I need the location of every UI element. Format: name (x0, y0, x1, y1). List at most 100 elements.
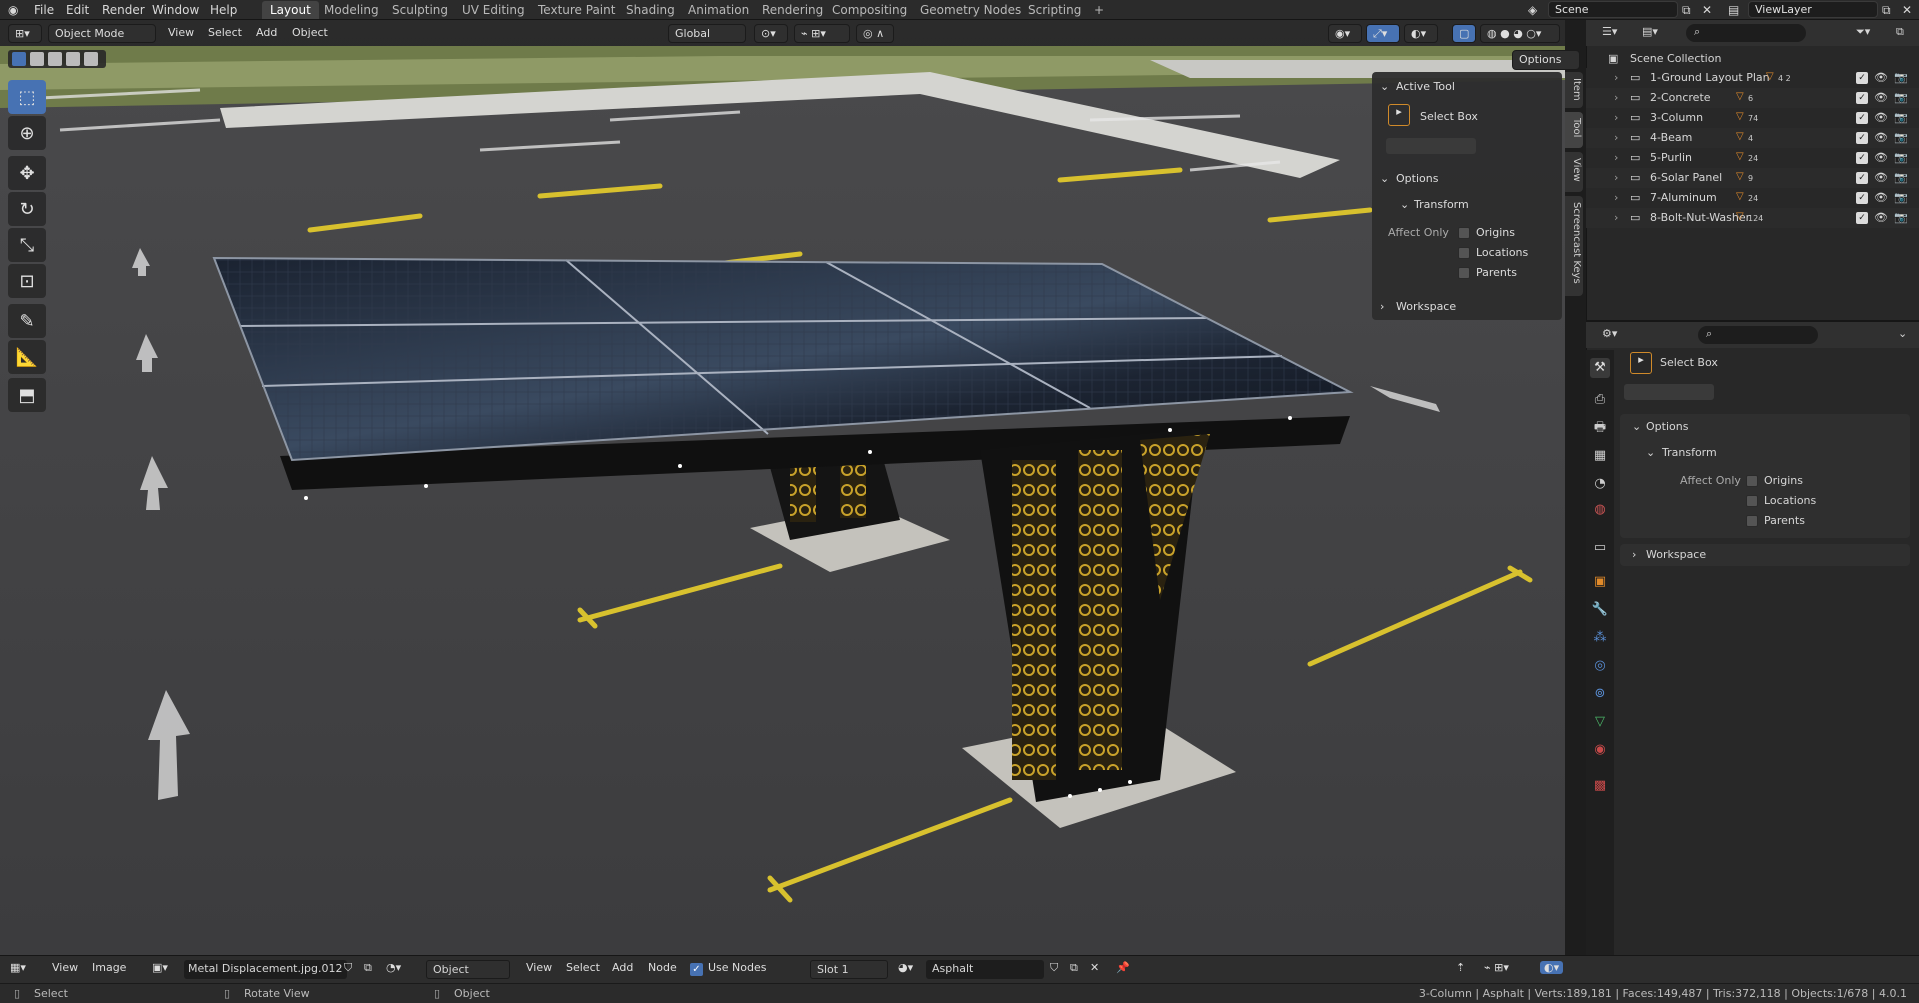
modifier-properties-icon[interactable]: 🔧 (1590, 600, 1610, 620)
rotate-tool-icon[interactable]: ↻ (8, 192, 46, 226)
add-cube-tool-icon[interactable]: ⬒ (8, 378, 46, 412)
data-properties-icon[interactable]: ▽ (1590, 712, 1610, 732)
properties-type-icon[interactable]: ⚙▾ (1602, 327, 1617, 340)
scene-icon[interactable]: ◈ (1528, 3, 1537, 17)
expand-arrow-icon[interactable]: › (1614, 171, 1618, 184)
scale-tool-icon[interactable]: ⤡ (8, 228, 46, 262)
new-viewlayer-icon[interactable]: ⧉ (1882, 3, 1891, 18)
particles-properties-icon[interactable]: ⁂ (1590, 628, 1610, 648)
camera-icon[interactable]: 📷 (1894, 71, 1908, 84)
snap-icon[interactable]: ⌁ ⊞▾ (794, 24, 850, 43)
outliner-row[interactable]: › ▭ 8-Bolt-Nut-Washer ▽ 124 ✓ 👁 📷 (1586, 208, 1919, 228)
tool-properties-icon[interactable]: ⚒ (1590, 358, 1610, 378)
world-properties-icon[interactable]: ◍ (1590, 500, 1610, 520)
camera-icon[interactable]: 📷 (1894, 171, 1908, 184)
output-properties-icon[interactable]: 🖶 (1590, 418, 1610, 438)
properties-options-chevron[interactable]: ⌄ (1632, 420, 1641, 433)
origins-checkbox[interactable] (1458, 227, 1470, 239)
exclude-checkbox[interactable]: ✓ (1856, 72, 1868, 84)
tab-uv-editing[interactable]: UV Editing (454, 1, 533, 19)
tab-geometry-nodes[interactable]: Geometry Nodes (912, 1, 1029, 19)
mode-dropdown[interactable]: Object Mode (48, 24, 156, 43)
tab-view[interactable]: View (1565, 152, 1583, 192)
gizmo-toggle-icon[interactable]: ⤢▾ (1366, 24, 1400, 43)
camera-icon[interactable]: 📷 (1894, 211, 1908, 224)
active-tool-chevron-icon[interactable]: ⌄ (1380, 80, 1389, 93)
image-name-field[interactable]: Metal Displacement.jpg.012 (184, 960, 347, 979)
tab-sculpting[interactable]: Sculpting (384, 1, 456, 19)
parents-checkbox[interactable] (1458, 267, 1470, 279)
properties-select-mode-icons[interactable] (1624, 384, 1714, 400)
node-menu-view[interactable]: View (526, 961, 552, 974)
delete-scene-icon[interactable]: ✕ (1702, 3, 1712, 17)
use-nodes-checkbox[interactable]: ✓ (690, 963, 703, 976)
expand-arrow-icon[interactable]: › (1614, 111, 1618, 124)
pivot-point-icon[interactable]: ⊙▾ (754, 24, 788, 43)
transform-orientation-dropdown[interactable]: Global (668, 24, 746, 43)
tab-rendering[interactable]: Rendering (754, 1, 831, 19)
camera-icon[interactable]: 📷 (1894, 91, 1908, 104)
material-browse-icon[interactable]: ◕▾ (898, 961, 913, 974)
editor-type-icon[interactable]: ⊞▾ (8, 24, 42, 43)
outliner-row[interactable]: › ▭ 5-Purlin ▽ 24 ✓ 👁 📷 (1586, 148, 1919, 168)
material-properties-icon[interactable]: ◉ (1590, 740, 1610, 760)
collection-name[interactable]: 5-Purlin (1650, 151, 1692, 164)
new-scene-icon[interactable]: ⧉ (1682, 3, 1691, 18)
snapping-icon[interactable]: ⌁ ⊞▾ (1484, 961, 1509, 974)
select-box-icon[interactable]: ▸ (1388, 104, 1410, 126)
outliner-row[interactable]: › ▭ 4-Beam ▽ 4 ✓ 👁 📷 (1586, 128, 1919, 148)
viewport-menu-object[interactable]: Object (292, 26, 328, 39)
outliner-type-icon[interactable]: ☰▾ (1602, 25, 1617, 38)
options-chevron-icon[interactable]: ⌄ (1380, 172, 1389, 185)
exclude-checkbox[interactable]: ✓ (1856, 152, 1868, 164)
selection-mode-group[interactable] (8, 50, 106, 68)
exclude-checkbox[interactable]: ✓ (1856, 132, 1868, 144)
expand-arrow-icon[interactable]: › (1614, 151, 1618, 164)
tab-layout[interactable]: Layout (262, 1, 319, 19)
expand-arrow-icon[interactable]: › (1614, 191, 1618, 204)
select-new-icon[interactable] (12, 52, 26, 66)
tab-texture-paint[interactable]: Texture Paint (530, 1, 623, 19)
material-unlink-icon[interactable]: ✕ (1090, 961, 1099, 974)
eye-icon[interactable]: 👁 (1874, 91, 1888, 104)
properties-select-box-icon[interactable]: ▸ (1630, 352, 1652, 374)
properties-workspace-chevron[interactable]: › (1632, 548, 1636, 561)
tab-animation[interactable]: Animation (680, 1, 757, 19)
outliner-row[interactable]: › ▭ 1-Ground Layout Plan ▽ 4 2 ✓ 👁 📷 (1586, 68, 1919, 88)
node-menu-select[interactable]: Select (566, 961, 600, 974)
add-workspace-button[interactable]: + (1086, 1, 1112, 19)
properties-origins-checkbox[interactable] (1746, 475, 1758, 487)
exclude-checkbox[interactable]: ✓ (1856, 172, 1868, 184)
outliner-row[interactable]: › ▭ 2-Concrete ▽ 6 ✓ 👁 📷 (1586, 88, 1919, 108)
collection-name[interactable]: 6-Solar Panel (1650, 171, 1722, 184)
tab-scripting[interactable]: Scripting (1020, 1, 1089, 19)
delete-viewlayer-icon[interactable]: ✕ (1902, 3, 1912, 17)
eye-icon[interactable]: 👁 (1874, 191, 1888, 204)
expand-arrow-icon[interactable]: › (1614, 211, 1618, 224)
outliner-row[interactable]: › ▭ 3-Column ▽ 74 ✓ 👁 📷 (1586, 108, 1919, 128)
select-intersect-icon[interactable] (84, 52, 98, 66)
new-image-icon[interactable]: ⧉ (364, 961, 372, 975)
exclude-checkbox[interactable]: ✓ (1856, 112, 1868, 124)
transform-chevron-icon[interactable]: ⌄ (1400, 198, 1409, 211)
outliner-search-input[interactable] (1686, 24, 1806, 42)
scene-selector[interactable]: Scene (1548, 1, 1678, 18)
pin-icon[interactable]: 📌 (1116, 961, 1130, 974)
select-box-tool-icon[interactable]: ⬚ (8, 80, 46, 114)
texture-properties-icon[interactable]: ▩ (1590, 776, 1610, 796)
select-subtract-icon[interactable] (48, 52, 62, 66)
constraint-properties-icon[interactable]: ⊚ (1590, 684, 1610, 704)
tab-screencast-keys[interactable]: Screencast Keys (1565, 196, 1583, 296)
workspace-chevron-icon[interactable]: › (1380, 300, 1384, 313)
outliner-row[interactable]: › ▭ 6-Solar Panel ▽ 9 ✓ 👁 📷 (1586, 168, 1919, 188)
exclude-checkbox[interactable]: ✓ (1856, 212, 1868, 224)
node-menu-node[interactable]: Node (648, 961, 677, 974)
cursor-tool-icon[interactable]: ⊕ (8, 116, 46, 150)
properties-transform-chevron[interactable]: ⌄ (1646, 446, 1655, 459)
viewport-menu-view[interactable]: View (168, 26, 194, 39)
tab-tool[interactable]: Tool (1565, 112, 1583, 148)
menu-window[interactable]: Window (152, 3, 199, 17)
expand-arrow-icon[interactable]: › (1614, 71, 1618, 84)
menu-help[interactable]: Help (210, 3, 237, 17)
visibility-icon[interactable]: ◉▾ (1328, 24, 1362, 43)
